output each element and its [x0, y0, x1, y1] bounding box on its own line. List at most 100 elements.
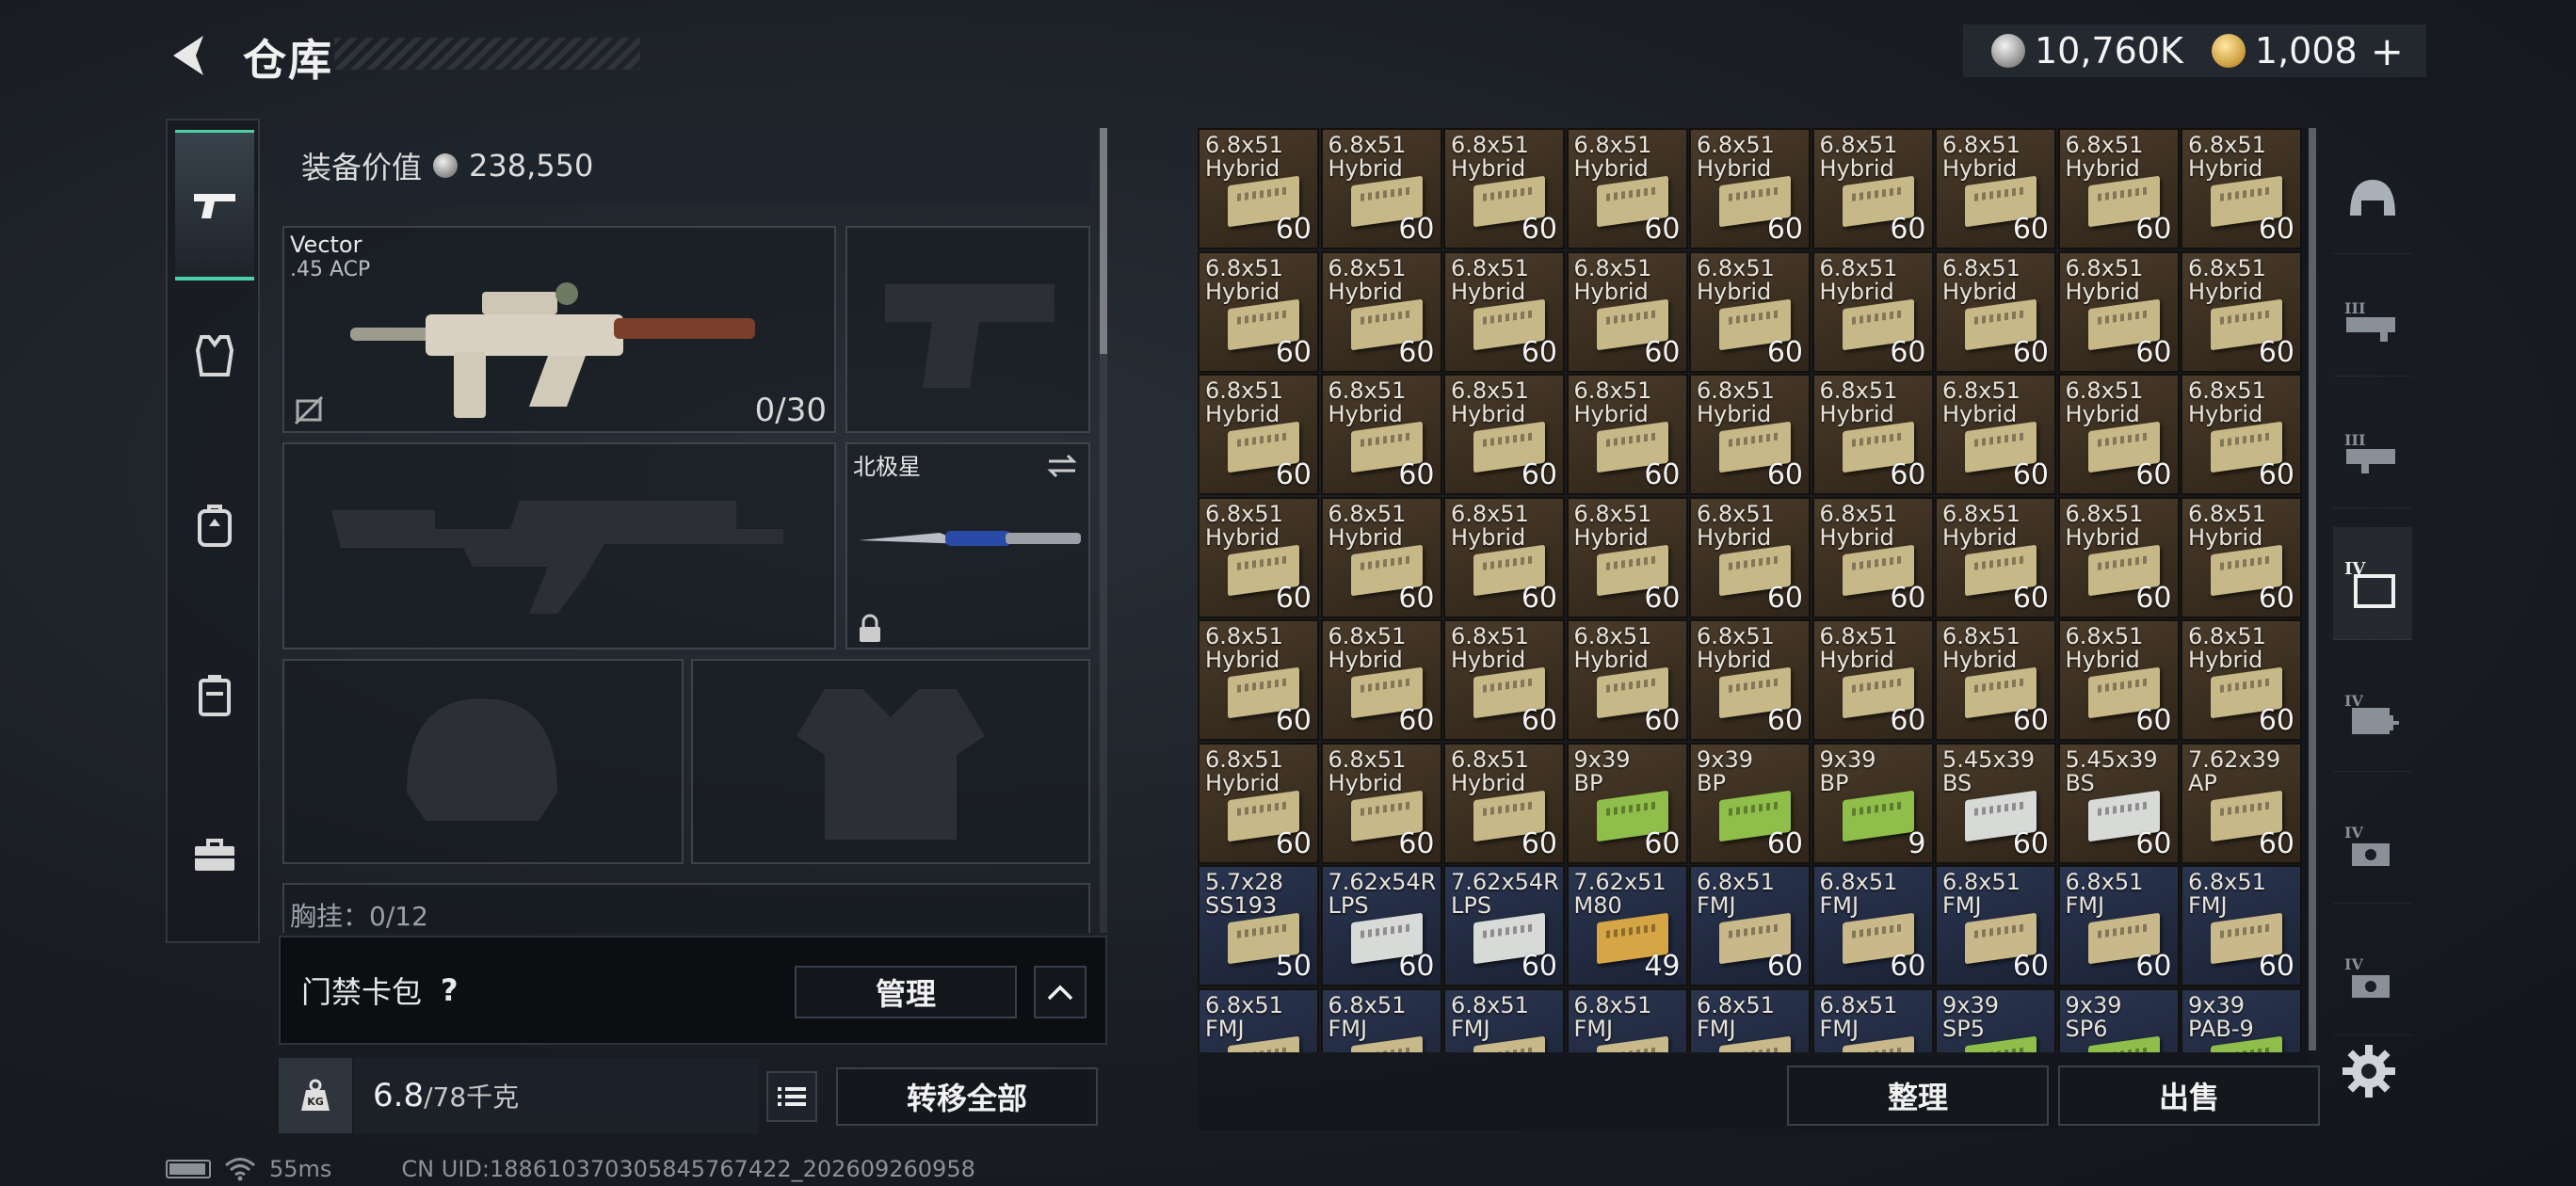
transfer-all-button[interactable]: 转移全部 — [836, 1067, 1098, 1126]
stash-cell[interactable]: 6.8x51 Hybrid 60 — [1443, 250, 1565, 373]
stash-cell[interactable]: 6.8x51 Hybrid 60 — [1935, 619, 2056, 741]
stash-cell[interactable]: 6.8x51 Hybrid 60 — [2057, 128, 2180, 249]
stash-cell[interactable]: 6.8x51 Hybrid 60 — [2181, 496, 2302, 618]
filter-toolkit-iv-alt[interactable]: IV — [2333, 922, 2412, 1035]
stash-cell[interactable]: 6.8x51 FMJ — [1811, 987, 1934, 1052]
stash-scrollbar[interactable] — [2309, 128, 2316, 1050]
stash-cell[interactable]: 6.8x51 Hybrid 60 — [1811, 496, 1934, 618]
stash-cell[interactable]: 6.8x51 Hybrid 60 — [1811, 619, 1934, 741]
keycard-help-button[interactable]: ? — [441, 972, 459, 1008]
stash-cell[interactable]: 6.8x51 Hybrid 60 — [2181, 619, 2302, 741]
stash-cell[interactable]: 6.8x51 Hybrid 60 — [2057, 374, 2180, 495]
stash-cell[interactable]: 6.8x51 Hybrid 60 — [1320, 496, 1442, 618]
stash-cell[interactable]: 6.8x51 Hybrid 60 — [2181, 374, 2302, 495]
stash-cell[interactable]: 5.45x39 BS 60 — [2057, 742, 2180, 864]
collapse-button[interactable] — [1034, 966, 1087, 1018]
stash-cell[interactable]: 9x39 BP 60 — [1689, 742, 1811, 864]
nav-case[interactable] — [175, 619, 254, 770]
chest-rig-row[interactable]: 胸挂：0/12 — [282, 883, 1090, 933]
melee-slot[interactable]: 北极星 — [845, 442, 1090, 649]
stash-cell[interactable]: 5.45x39 BS 60 — [1935, 742, 2056, 864]
nav-tools[interactable] — [175, 779, 254, 930]
organize-button[interactable]: 整理 — [1787, 1066, 2049, 1126]
stash-cell[interactable]: 6.8x51 FMJ — [1443, 987, 1565, 1052]
stash-cell[interactable]: 6.8x51 Hybrid 60 — [1320, 374, 1442, 495]
stash-cell[interactable]: 6.8x51 FMJ — [1566, 987, 1688, 1052]
stash-cell[interactable]: 7.62x51 M80 49 — [1566, 865, 1688, 986]
stash-cell[interactable]: 6.8x51 Hybrid 60 — [2181, 128, 2302, 249]
stash-cell[interactable]: 7.62x39 AP 60 — [2181, 742, 2302, 864]
stash-cell[interactable]: 6.8x51 Hybrid 60 — [1198, 250, 1319, 373]
sidearm-slot[interactable] — [845, 226, 1090, 433]
stash-cell[interactable]: 6.8x51 Hybrid 60 — [1566, 374, 1688, 495]
filter-helmet[interactable] — [2333, 141, 2412, 254]
stash-cell[interactable]: 6.8x51 Hybrid 60 — [1443, 496, 1565, 618]
primary-weapon-slot[interactable]: Vector .45 ACP 0/30 — [282, 226, 836, 433]
secondary-weapon-slot[interactable] — [282, 442, 836, 649]
swap-icon[interactable] — [1045, 452, 1079, 480]
stash-cell[interactable]: 9x39 SP5 — [1935, 987, 2056, 1052]
stash-cell[interactable]: 6.8x51 Hybrid 60 — [2057, 496, 2180, 618]
helmet-slot[interactable] — [282, 659, 684, 864]
stash-cell[interactable]: 6.8x51 Hybrid 60 — [1566, 619, 1688, 741]
stash-cell[interactable]: 6.8x51 FMJ — [1320, 987, 1442, 1052]
stash-cell[interactable]: 9x39 BP 60 — [1566, 742, 1688, 864]
stash-cell[interactable]: 6.8x51 FMJ 60 — [2057, 865, 2180, 986]
stash-cell[interactable]: 6.8x51 Hybrid 60 — [1198, 742, 1319, 864]
stash-cell[interactable]: 9x39 BP 9 — [1811, 742, 1934, 864]
list-view-button[interactable] — [766, 1071, 817, 1122]
armor-slot[interactable] — [691, 659, 1090, 864]
stash-cell[interactable]: 6.8x51 Hybrid 60 — [1689, 128, 1811, 249]
filter-case-iv[interactable]: IV — [2333, 527, 2412, 640]
stash-cell[interactable]: 6.8x51 Hybrid 60 — [2057, 619, 2180, 741]
sell-button[interactable]: 出售 — [2058, 1066, 2320, 1126]
stash-cell[interactable]: 6.8x51 FMJ — [1198, 987, 1319, 1052]
stash-cell[interactable]: 6.8x51 Hybrid 60 — [1320, 250, 1442, 373]
stash-cell[interactable]: 6.8x51 Hybrid 60 — [1443, 742, 1565, 864]
stash-cell[interactable]: 7.62x54R LPS 60 — [1443, 865, 1565, 986]
settings-gear-icon[interactable] — [2339, 1041, 2399, 1101]
stash-cell[interactable]: 9x39 SP6 — [2057, 987, 2180, 1052]
stash-cell[interactable]: 6.8x51 Hybrid 60 — [1443, 619, 1565, 741]
stash-cell[interactable]: 6.8x51 FMJ 60 — [2181, 865, 2302, 986]
stash-cell[interactable]: 6.8x51 Hybrid 60 — [1566, 128, 1688, 249]
stash-cell[interactable]: 6.8x51 Hybrid 60 — [1320, 619, 1442, 741]
stash-cell[interactable]: 6.8x51 Hybrid 60 — [1689, 496, 1811, 618]
stash-cell[interactable]: 6.8x51 Hybrid 60 — [2181, 250, 2302, 373]
stash-cell[interactable]: 6.8x51 Hybrid 60 — [1935, 496, 2056, 618]
nav-weapons[interactable] — [175, 130, 254, 280]
nav-armor[interactable] — [175, 280, 254, 431]
stash-cell[interactable]: 6.8x51 Hybrid 60 — [1935, 374, 2056, 495]
stash-cell[interactable]: 5.7x28 SS193 50 — [1198, 865, 1319, 986]
add-currency-button[interactable]: + — [2371, 28, 2404, 74]
stash-cell[interactable]: 6.8x51 Hybrid 60 — [1935, 128, 2056, 249]
back-arrow-icon[interactable] — [166, 32, 213, 79]
stash-cell[interactable]: 6.8x51 FMJ 60 — [1689, 865, 1811, 986]
stash-cell[interactable]: 6.8x51 Hybrid 60 — [1935, 250, 2056, 373]
stash-cell[interactable]: 6.8x51 Hybrid 60 — [1198, 619, 1319, 741]
stash-cell[interactable]: 6.8x51 Hybrid 60 — [1811, 374, 1934, 495]
stash-cell[interactable]: 6.8x51 Hybrid 60 — [1566, 496, 1688, 618]
stash-cell[interactable]: 6.8x51 FMJ 60 — [1935, 865, 2056, 986]
filter-toolkit-iv[interactable]: IV — [2333, 791, 2412, 904]
stash-cell[interactable]: 6.8x51 Hybrid 60 — [1811, 250, 1934, 373]
nav-backpack[interactable] — [175, 450, 254, 601]
stash-cell[interactable]: 7.62x54R LPS 60 — [1320, 865, 1442, 986]
loadout-scroll-thumb[interactable] — [1100, 128, 1107, 354]
stash-cell[interactable]: 6.8x51 Hybrid 60 — [1320, 742, 1442, 864]
stash-cell[interactable]: 6.8x51 Hybrid 60 — [1811, 128, 1934, 249]
stash-cell[interactable]: 6.8x51 Hybrid 60 — [1198, 374, 1319, 495]
stash-cell[interactable]: 6.8x51 Hybrid 60 — [1443, 128, 1565, 249]
filter-medkit-iv[interactable]: IV — [2333, 659, 2412, 772]
stash-cell[interactable]: 9x39 PAB-9 — [2181, 987, 2302, 1052]
manage-button[interactable]: 管理 — [795, 966, 1017, 1018]
stash-cell[interactable]: 6.8x51 Hybrid 60 — [1443, 374, 1565, 495]
stash-cell[interactable]: 6.8x51 Hybrid 60 — [1566, 250, 1688, 373]
stash-cell[interactable]: 6.8x51 FMJ — [1689, 987, 1811, 1052]
stash-cell[interactable]: 6.8x51 Hybrid 60 — [1689, 250, 1811, 373]
stash-cell[interactable]: 6.8x51 Hybrid 60 — [1198, 128, 1319, 249]
stash-cell[interactable]: 6.8x51 FMJ 60 — [1811, 865, 1934, 986]
stash-cell[interactable]: 6.8x51 Hybrid 60 — [1320, 128, 1442, 249]
filter-rig-iii[interactable]: III — [2333, 264, 2412, 377]
stash-cell[interactable]: 6.8x51 Hybrid 60 — [2057, 250, 2180, 373]
